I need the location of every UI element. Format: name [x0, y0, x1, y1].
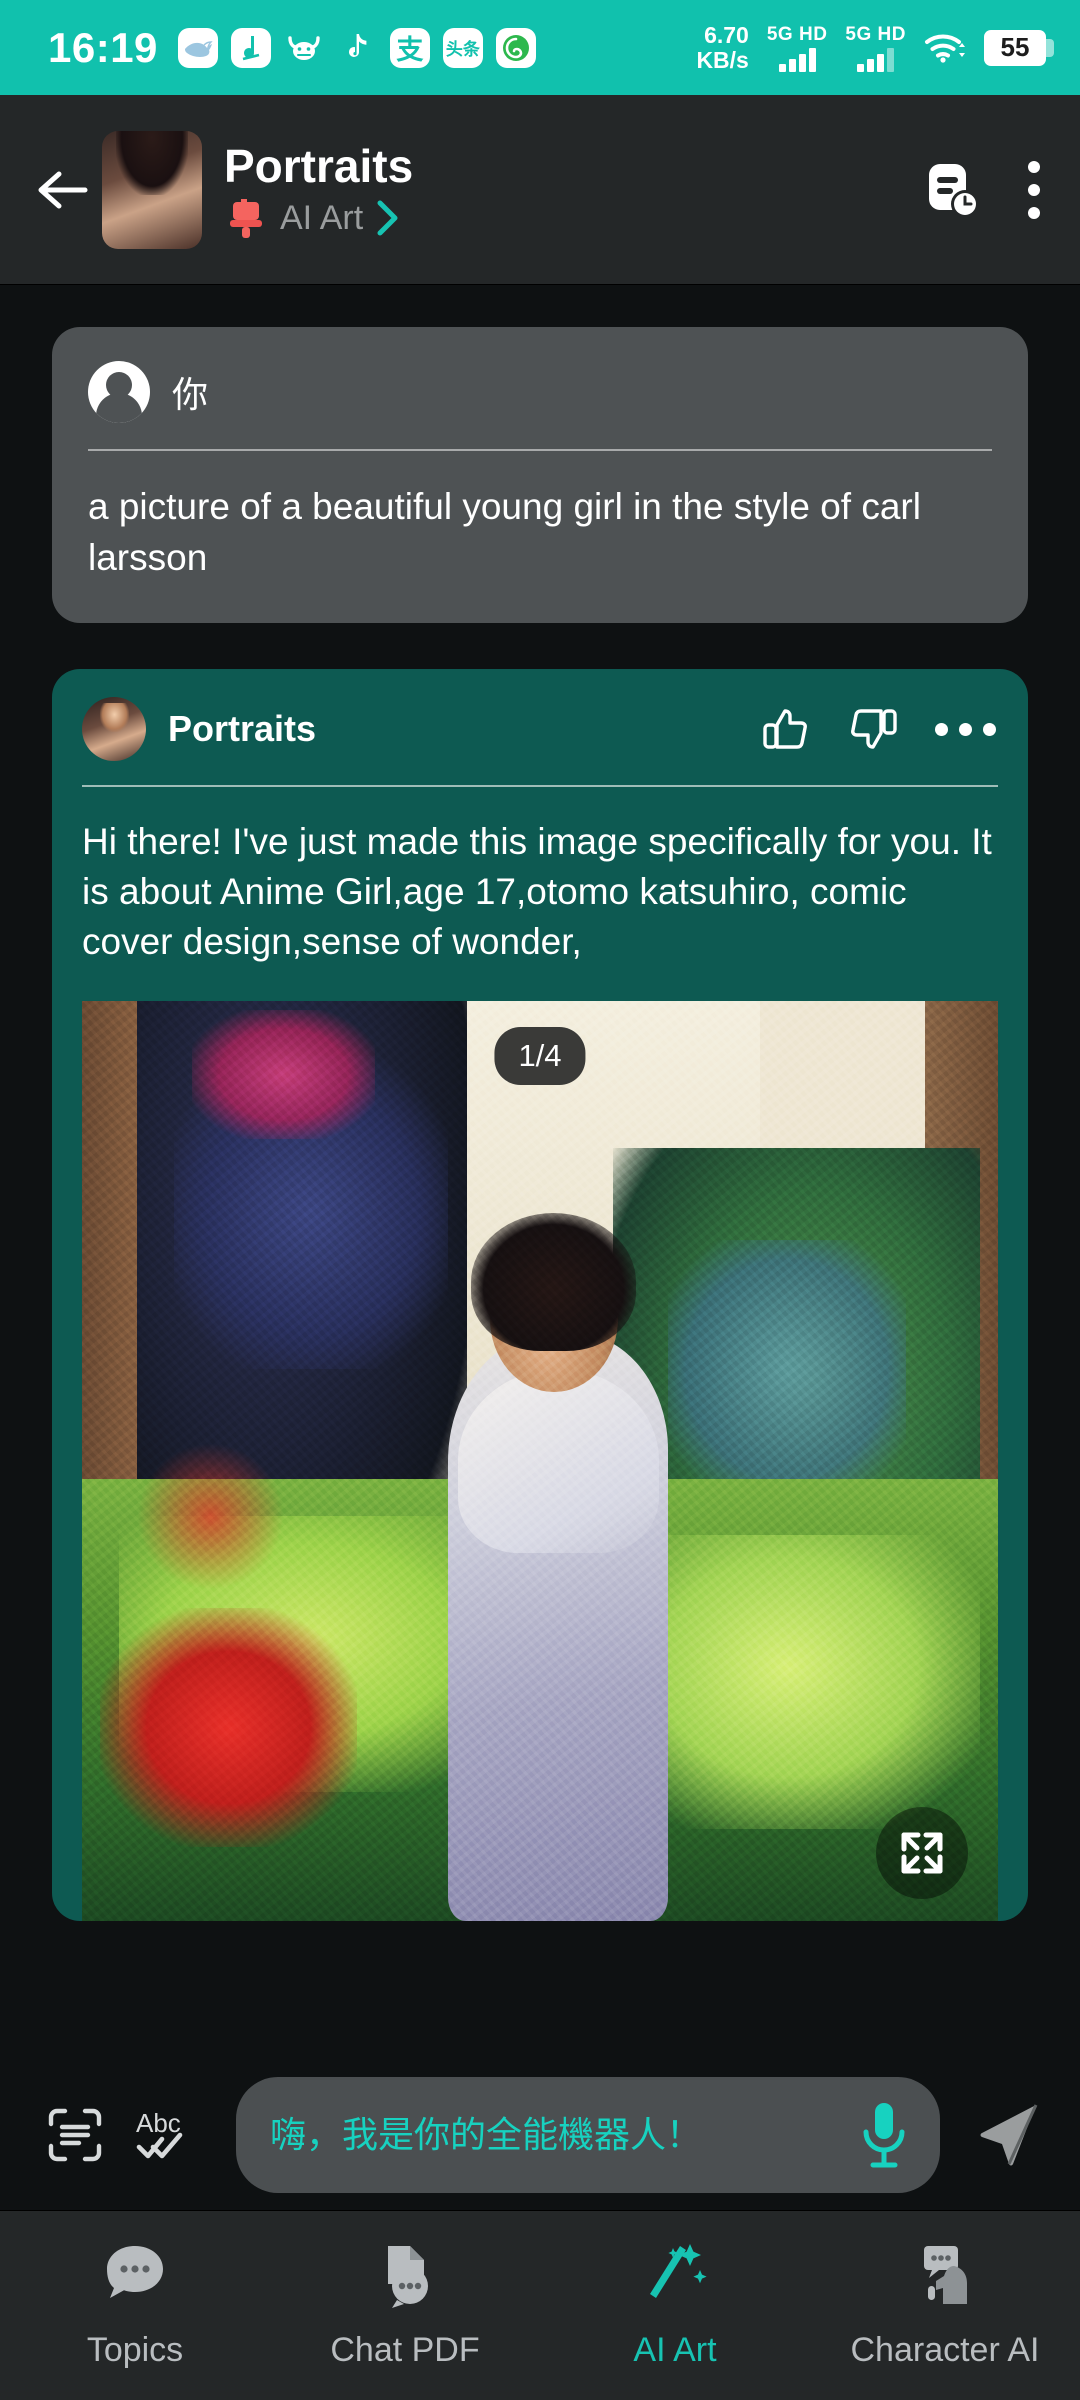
status-indicators: 6.70 KB/s 5G HD 5G HD 55: [696, 21, 1054, 73]
nav-label-chat-pdf: Chat PDF: [330, 2331, 480, 2369]
user-message-sender: 你: [172, 374, 209, 415]
message-input-placeholder: 嗨，我是你的全能機器人！: [270, 2114, 703, 2155]
app-header: Portraits AI Art: [0, 95, 1080, 285]
bottom-navigation: Topics Chat PDF AI Art Character AI: [0, 2210, 1080, 2400]
sim1-label: 5G HD: [766, 23, 828, 45]
header-avatar[interactable]: [102, 130, 202, 249]
header-category-label: AI Art: [280, 198, 364, 237]
network-speed-value: 6.70: [704, 21, 749, 48]
more-horizontal-icon[interactable]: [933, 715, 998, 744]
signal-sim2: 5G HD: [845, 24, 906, 72]
thumbs-down-icon[interactable]: [847, 703, 899, 755]
nav-item-character-ai[interactable]: Character AI: [810, 2237, 1080, 2370]
chevron-right-icon: [375, 199, 401, 237]
user-card-divider: [88, 449, 992, 451]
generated-image[interactable]: [82, 1001, 998, 1921]
sim1-bars: [778, 47, 816, 72]
header-category[interactable]: AI Art: [224, 196, 413, 240]
bot-message-card: Portraits Hi there! I've just made this …: [52, 669, 1028, 1921]
signal-sim1: 5G HD: [767, 24, 828, 72]
user-message-header: 你: [88, 361, 992, 423]
tiktok-icon: [337, 28, 377, 68]
nav-label-topics: Topics: [86, 2331, 184, 2369]
battery-indicator: 55: [984, 29, 1054, 66]
microphone-icon[interactable]: [858, 2099, 910, 2171]
generated-image-container[interactable]: 1/4: [82, 1001, 998, 1921]
sim2-bars: [857, 47, 895, 72]
user-message-card: 你 a picture of a beautiful young girl in…: [52, 327, 1028, 623]
chat-scroll-area[interactable]: 你 a picture of a beautiful young girl in…: [0, 285, 1080, 2060]
j-note-icon: [230, 27, 271, 68]
more-vertical-icon[interactable]: [1022, 155, 1046, 225]
user-message-text: a picture of a beautiful young girl in t…: [88, 486, 921, 578]
nav-item-topics[interactable]: Topics: [0, 2237, 270, 2370]
nav-label-character-ai: Character AI: [850, 2331, 1040, 2369]
bot-message-text: Hi there! I've just made this image spec…: [82, 821, 992, 962]
magic-wand-icon: [640, 2237, 710, 2313]
history-document-icon[interactable]: [924, 161, 982, 219]
battery-level: 55: [984, 29, 1046, 66]
nav-item-ai-art[interactable]: AI Art: [540, 2237, 810, 2370]
bot-message-header: Portraits: [82, 697, 998, 761]
message-input-field[interactable]: 嗨，我是你的全能機器人！: [236, 2077, 940, 2193]
nav-item-chat-pdf[interactable]: Chat PDF: [270, 2237, 540, 2370]
chat-bubble-icon: [100, 2237, 170, 2313]
fullscreen-expand-icon[interactable]: [876, 1807, 968, 1899]
bot-card-divider: [82, 785, 998, 787]
back-arrow-icon[interactable]: [26, 155, 96, 225]
bot-avatar[interactable]: [82, 697, 146, 761]
toutiao-icon: 头条: [442, 27, 483, 68]
character-chat-icon: [910, 2237, 980, 2313]
app-screen: 16:19 支 头条 6.70 KB/s 5G HD 5G HD 55 Port…: [0, 0, 1080, 2400]
paintbrush-icon: [224, 196, 268, 240]
scan-text-icon[interactable]: [42, 2102, 108, 2168]
status-notification-icons: 支 头条: [177, 27, 536, 68]
network-speed: 6.70 KB/s: [696, 21, 749, 73]
sim2-label: 5G HD: [845, 23, 906, 45]
network-speed-unit: KB/s: [696, 46, 749, 73]
status-bar: 16:19 支 头条 6.70 KB/s 5G HD 5G HD 55: [0, 0, 1080, 95]
svg-text:Abc: Abc: [136, 2108, 181, 2138]
nav-label-ai-art: AI Art: [633, 2331, 717, 2369]
thumbs-up-icon[interactable]: [761, 703, 813, 755]
image-counter-badge: 1/4: [494, 1027, 586, 1085]
bot-message-actions: [761, 703, 998, 755]
alipay-icon: 支: [389, 27, 430, 68]
send-icon[interactable]: [966, 2093, 1050, 2177]
header-actions: [924, 155, 1046, 225]
user-avatar-icon: [88, 361, 150, 423]
header-text-block: Portraits AI Art: [224, 140, 413, 240]
spiral-icon: [495, 27, 536, 68]
whale-icon: [177, 27, 218, 68]
abc-check-icon[interactable]: Abc: [132, 2102, 198, 2168]
bot-message-sender: Portraits: [168, 708, 317, 749]
wifi-icon: [924, 33, 966, 63]
document-chat-icon: [370, 2237, 440, 2313]
ox-face-icon: [284, 28, 324, 68]
battery-cap: [1046, 38, 1054, 57]
page-title: Portraits: [224, 139, 414, 192]
message-input-bar: Abc 嗨，我是你的全能機器人！: [0, 2060, 1080, 2210]
status-time: 16:19: [48, 23, 158, 71]
